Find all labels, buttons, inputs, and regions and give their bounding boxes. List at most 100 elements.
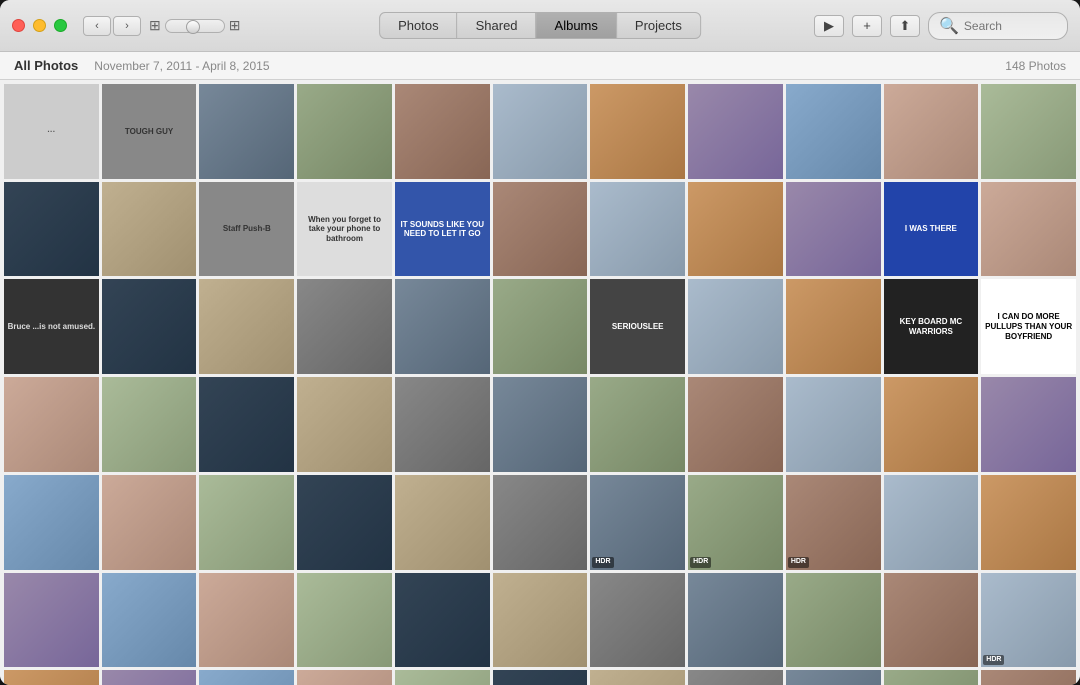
photo-cell[interactable] — [102, 475, 197, 570]
photo-cell[interactable] — [395, 670, 490, 685]
minimize-button[interactable] — [33, 19, 46, 32]
photo-cell[interactable] — [102, 182, 197, 277]
main-window: ‹ › ⊞ ⊞ Photos Shared Albums Projects ▶ … — [0, 0, 1080, 685]
photo-cell[interactable] — [102, 573, 197, 668]
photo-cell[interactable] — [297, 84, 392, 179]
photo-cell[interactable] — [297, 670, 392, 685]
photo-cell[interactable] — [199, 670, 294, 685]
photo-cell[interactable] — [395, 475, 490, 570]
photo-cell[interactable] — [590, 377, 685, 472]
photo-cell[interactable] — [884, 475, 979, 570]
photo-cell[interactable] — [395, 84, 490, 179]
photo-cell[interactable] — [493, 377, 588, 472]
traffic-lights — [12, 19, 67, 32]
photo-cell[interactable] — [395, 377, 490, 472]
zoom-slider[interactable] — [165, 19, 225, 33]
tab-shared[interactable]: Shared — [458, 13, 537, 38]
photo-cell[interactable]: I CAN DO MORE PULLUPS THAN YOUR BOYFRIEN… — [981, 279, 1076, 374]
photo-cell[interactable] — [297, 279, 392, 374]
tab-photos[interactable]: Photos — [380, 13, 457, 38]
photo-cell[interactable] — [199, 475, 294, 570]
slider-area: ⊞ ⊞ — [149, 17, 240, 34]
photo-cell[interactable]: When you forget to take your phone to ba… — [297, 182, 392, 277]
search-input[interactable] — [964, 19, 1057, 33]
photo-cell[interactable]: HDR — [786, 475, 881, 570]
maximize-button[interactable] — [54, 19, 67, 32]
photo-cell[interactable] — [199, 573, 294, 668]
photo-cell[interactable] — [590, 670, 685, 685]
add-button[interactable]: + — [852, 15, 882, 37]
photo-cell[interactable] — [590, 182, 685, 277]
photo-cell[interactable] — [493, 670, 588, 685]
photo-cell[interactable]: ··· — [4, 84, 99, 179]
photo-cell[interactable] — [4, 475, 99, 570]
photo-cell[interactable] — [199, 84, 294, 179]
photo-cell[interactable] — [884, 377, 979, 472]
photo-count: 148 Photos — [1005, 59, 1066, 73]
photo-cell[interactable] — [981, 377, 1076, 472]
photo-cell[interactable] — [102, 377, 197, 472]
photo-cell[interactable] — [395, 573, 490, 668]
photo-cell[interactable]: Staff Push-B — [199, 182, 294, 277]
forward-button[interactable]: › — [113, 16, 141, 36]
photo-cell[interactable]: HDR — [590, 475, 685, 570]
photo-cell[interactable]: Bruce ...is not amused. — [4, 279, 99, 374]
slider-icon: ⊞ — [149, 17, 161, 34]
photo-cell[interactable] — [297, 573, 392, 668]
photo-cell[interactable] — [688, 573, 783, 668]
photo-cell[interactable] — [981, 475, 1076, 570]
photo-cell[interactable] — [786, 670, 881, 685]
tab-projects[interactable]: Projects — [617, 13, 700, 38]
photo-grid-container[interactable]: ···TOUGH GUYStaff Push-BWhen you forget … — [0, 80, 1080, 685]
photo-cell[interactable]: IT SOUNDS LIKE YOU NEED TO LET IT GO — [395, 182, 490, 277]
photo-cell[interactable] — [688, 182, 783, 277]
photo-cell[interactable] — [786, 279, 881, 374]
back-button[interactable]: ‹ — [83, 16, 111, 36]
share-button[interactable]: ⬆ — [890, 15, 920, 37]
photo-cell[interactable] — [297, 377, 392, 472]
photo-cell[interactable] — [981, 182, 1076, 277]
photo-cell[interactable] — [395, 279, 490, 374]
photo-cell[interactable] — [981, 670, 1076, 685]
photo-cell[interactable] — [688, 279, 783, 374]
photo-cell[interactable]: TOUGH GUY — [102, 84, 197, 179]
photo-cell[interactable] — [493, 182, 588, 277]
photo-cell[interactable] — [884, 670, 979, 685]
photo-cell[interactable] — [297, 475, 392, 570]
search-box[interactable]: 🔍 — [928, 12, 1068, 40]
photo-cell[interactable] — [786, 377, 881, 472]
photo-cell[interactable] — [493, 573, 588, 668]
photo-cell[interactable] — [102, 670, 197, 685]
tab-albums[interactable]: Albums — [537, 13, 617, 38]
photo-cell[interactable] — [493, 475, 588, 570]
photo-cell[interactable] — [786, 84, 881, 179]
photo-cell[interactable] — [981, 84, 1076, 179]
photo-cell[interactable]: HDR — [4, 670, 99, 685]
photo-cell[interactable] — [4, 573, 99, 668]
photo-cell[interactable]: KEY BOARD MC WARRIORS — [884, 279, 979, 374]
photo-cell[interactable]: SERIOUSLEE — [590, 279, 685, 374]
photo-cell[interactable]: I WAS THERE — [884, 182, 979, 277]
photo-cell[interactable] — [884, 573, 979, 668]
photo-cell[interactable] — [199, 279, 294, 374]
photo-cell[interactable] — [102, 279, 197, 374]
photo-cell[interactable] — [4, 182, 99, 277]
play-button[interactable]: ▶ — [814, 15, 844, 37]
photo-cell[interactable]: HDR — [688, 475, 783, 570]
photo-cell[interactable] — [688, 670, 783, 685]
photo-cell[interactable]: HDR — [981, 573, 1076, 668]
photo-cell[interactable] — [493, 84, 588, 179]
photo-cell[interactable] — [786, 182, 881, 277]
photo-cell[interactable] — [688, 377, 783, 472]
photo-cell[interactable] — [884, 84, 979, 179]
close-button[interactable] — [12, 19, 25, 32]
photo-cell[interactable] — [688, 84, 783, 179]
photo-cell[interactable] — [590, 84, 685, 179]
titlebar-right: ▶ + ⬆ 🔍 — [814, 12, 1068, 40]
photo-cell[interactable] — [493, 279, 588, 374]
date-range: November 7, 2011 - April 8, 2015 — [94, 59, 269, 73]
photo-cell[interactable] — [199, 377, 294, 472]
photo-cell[interactable] — [786, 573, 881, 668]
photo-cell[interactable] — [4, 377, 99, 472]
photo-cell[interactable] — [590, 573, 685, 668]
